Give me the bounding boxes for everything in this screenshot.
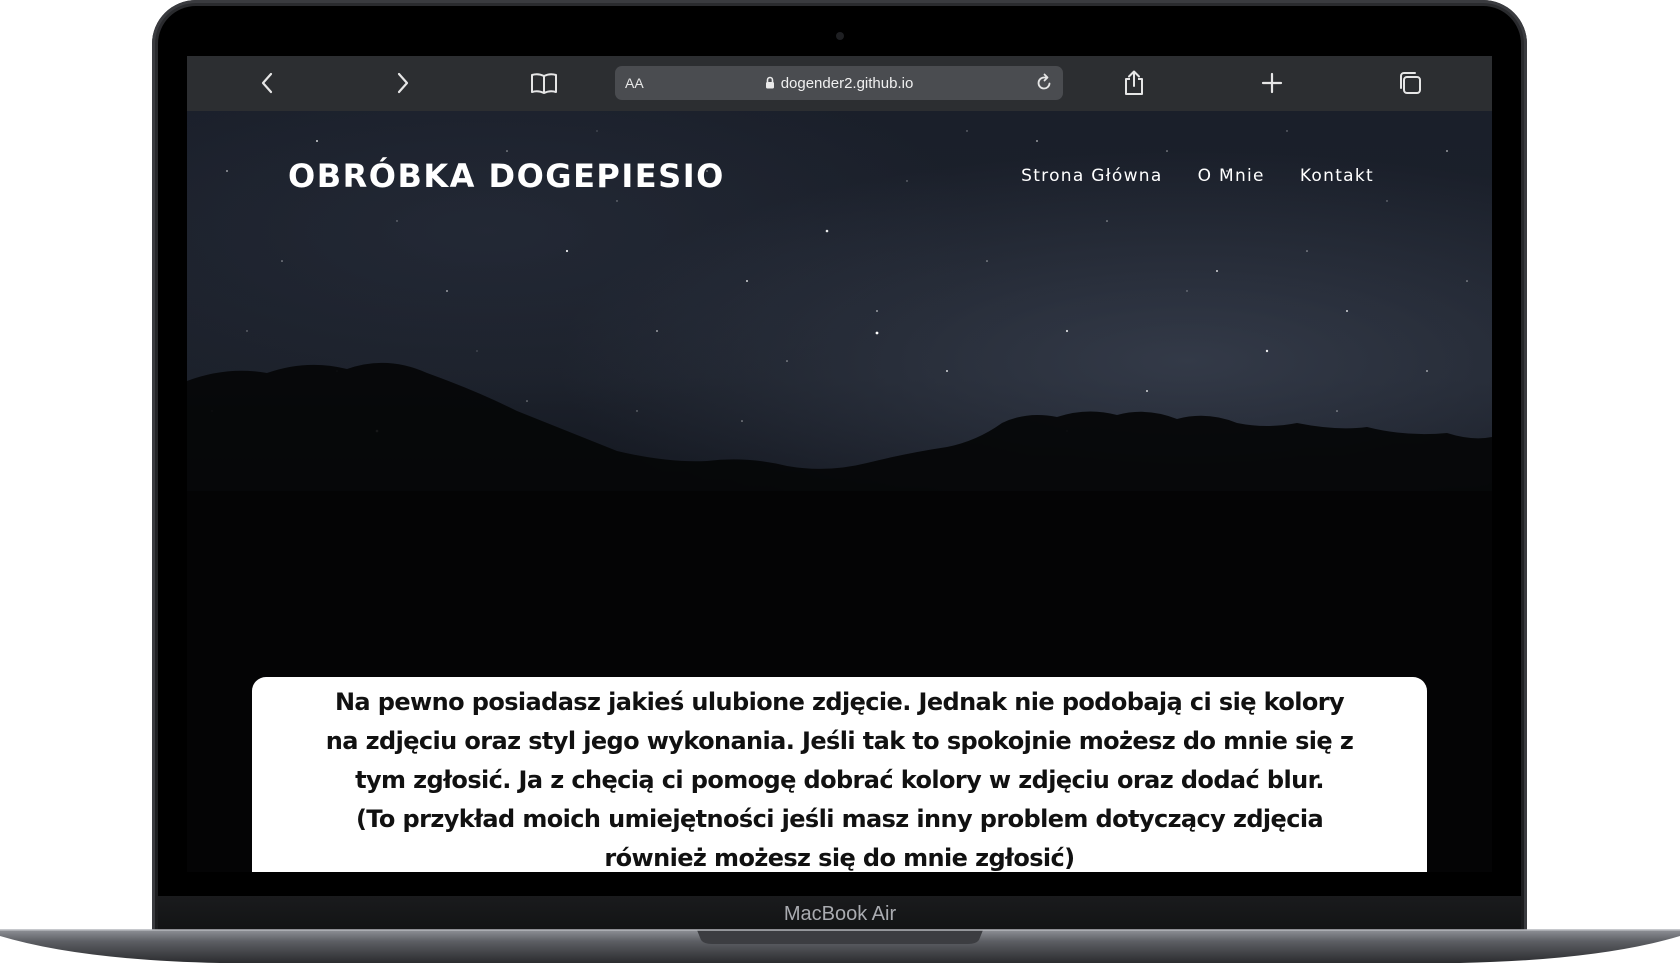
- info-text-line: tym zgłosić. Ja z chęcią ci pomogę dobra…: [355, 766, 1324, 794]
- share-icon[interactable]: [1118, 67, 1150, 99]
- info-text-line: (To przykład moich umiejętności jeśli ma…: [355, 805, 1324, 833]
- url-text[interactable]: dogender2.github.io: [781, 75, 914, 92]
- tabs-icon[interactable]: [1394, 67, 1426, 99]
- bookmarks-icon[interactable]: [528, 67, 560, 99]
- device-label: MacBook Air: [783, 903, 897, 925]
- site-brand[interactable]: OBRÓBKA DOGEPIESIO: [288, 157, 725, 195]
- camera-icon: [836, 32, 844, 40]
- info-card: Na pewno posiadasz jakieś ulubione zdjęc…: [252, 677, 1427, 872]
- nav-link-contact[interactable]: Kontakt: [1300, 166, 1374, 186]
- laptop-base: [0, 929, 1680, 963]
- site-nav: Strona Główna O Mnie Kontakt: [1021, 166, 1374, 186]
- nav-link-about[interactable]: O Mnie: [1198, 166, 1265, 186]
- address-bar[interactable]: AA dogender2.github.io: [615, 66, 1063, 100]
- info-text-line: również możesz się do mnie zgłosić): [604, 844, 1075, 872]
- nav-link-home[interactable]: Strona Główna: [1021, 166, 1162, 186]
- lock-icon: [765, 76, 775, 93]
- browser-screen: AA dogender2.github.io OBRÓBKA DOGEPIESI…: [187, 56, 1492, 872]
- reload-icon[interactable]: [1031, 70, 1057, 96]
- back-icon[interactable]: [251, 67, 283, 99]
- new-tab-icon[interactable]: [1256, 67, 1288, 99]
- web-page: OBRÓBKA DOGEPIESIO Strona Główna O Mnie …: [187, 111, 1492, 872]
- browser-toolbar: AA dogender2.github.io: [187, 56, 1492, 111]
- info-text: Na pewno posiadasz jakieś ulubione zdjęc…: [312, 683, 1367, 872]
- info-text-line: Na pewno posiadasz jakieś ulubione zdjęc…: [334, 688, 1345, 716]
- info-text-line: na zdjęciu oraz styl jego wykonania. Jeś…: [325, 727, 1354, 755]
- forward-icon[interactable]: [387, 67, 419, 99]
